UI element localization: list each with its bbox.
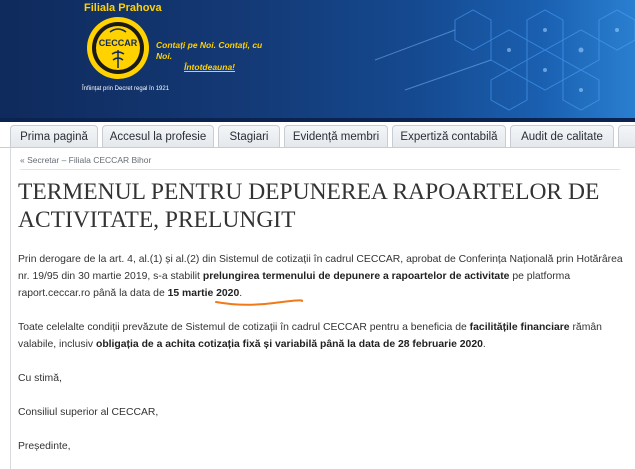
tab-label: Audit de calitate [521,130,603,143]
paragraph-conditions: Toate celelalte condiții prevăzute de Si… [18,319,630,353]
tab-evidenta-membri[interactable]: Evidență membri [284,125,388,147]
closing-line: Cu stimă, [18,373,62,384]
branch-title: Filiala Prahova [84,2,162,14]
tab-expertiza-contabila[interactable]: Expertiză contabilă [392,125,506,147]
tab-label: Prima pagină [20,130,88,143]
tab-more[interactable] [618,125,635,147]
bold-facilities-text: facilitățile financiare [469,322,570,333]
breadcrumb-link[interactable]: Secretar – Filiala CECCAR Bihor [27,155,151,165]
text-run: Toate celelalte condiții prevăzute de Si… [18,322,470,333]
tab-label: Accesul la profesie [109,130,207,143]
main-nav: Prima pagină Accesul la profesie Stagiar… [0,122,635,148]
svg-text:CECCAR: CECCAR [99,38,138,48]
ceccar-logo[interactable]: CECCAR [86,16,150,80]
paragraph-extension: Prin derogare de la art. 4, al.(1) și al… [18,251,630,302]
slogan: Contați pe Noi. Contați, cu Noi. Întotde… [156,40,266,73]
tab-accesul-la-profesie[interactable]: Accesul la profesie [102,125,214,147]
tab-stagiari[interactable]: Stagiari [218,125,280,147]
role-line: Președinte, [18,441,71,452]
tab-audit-de-calitate[interactable]: Audit de calitate [510,125,614,147]
highlight-underline [215,299,304,306]
tab-label: Evidență membri [292,130,380,143]
signature-line: Consiliul superior al CECCAR, [18,407,159,418]
hexagon-pattern-graphic [374,9,635,111]
bold-extension-text: prelungirea termenului de depunere a rap… [202,271,510,282]
text-run: . [482,339,486,350]
slogan-line-2: Întotdeauna! [184,62,235,72]
bold-obligation-text: obligația de a achita cotizația fixă și … [95,339,483,350]
breadcrumb: « Secretar – Filiala CECCAR Bihor [20,155,620,170]
article-title: TERMENUL PENTRU DEPUNEREA RAPOARTELOR DE… [18,179,600,233]
slogan-line-1: Contați pe Noi. Contați, cu Noi. [156,40,263,61]
header-banner: Filiala Prahova CECCAR Contați pe Noi. C… [0,0,635,118]
founded-note: Înființat prin Decret regal în 1921 [82,86,170,92]
tab-prima-pagina[interactable]: Prima pagină [10,125,98,147]
tab-label: Stagiari [229,130,269,143]
tab-label: Expertiză contabilă [400,130,498,143]
